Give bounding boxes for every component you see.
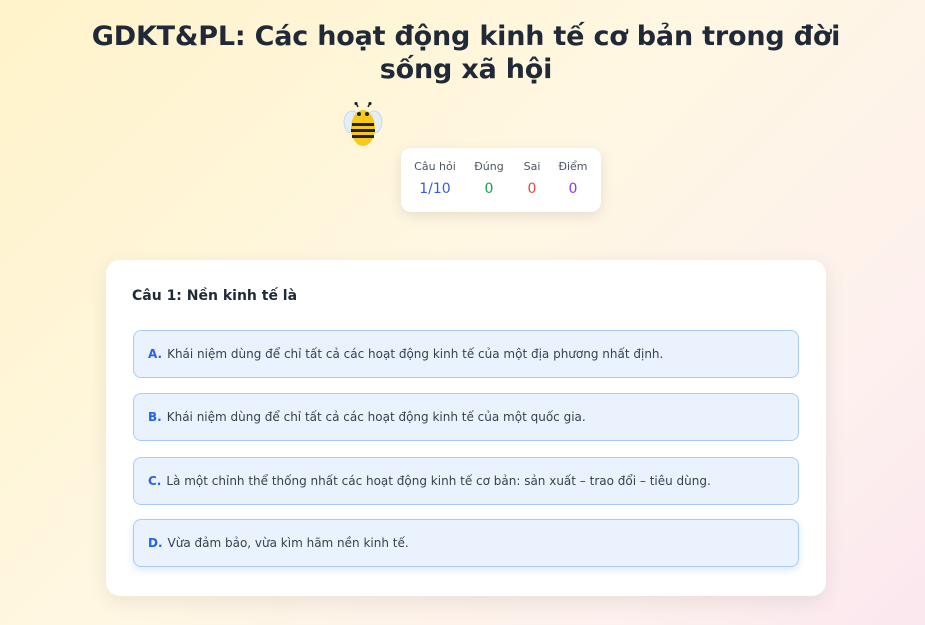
page-title: GDKT&PL: Các hoạt động kinh tế cơ bản tr… [91,21,841,85]
option-text: Là một chỉnh thể thống nhất các hoạt độn… [166,474,711,488]
stat-score-label: Điểm [558,160,588,173]
option-a[interactable]: A. Khái niệm dùng để chỉ tất cả các hoạt… [133,330,799,378]
stat-wrong-value: 0 [527,181,537,197]
stat-wrong-label: Sai [523,160,541,173]
option-c[interactable]: C. Là một chỉnh thể thống nhất các hoạt … [133,457,799,505]
option-letter: C. [148,474,162,488]
option-text: Vừa đảm bảo, vừa kìm hãm nền kinh tế. [167,536,409,550]
question-card: Câu 1: Nền kinh tế là A. Khái niệm dùng … [106,260,826,596]
stat-wrong: Sai 0 [520,160,544,199]
option-d[interactable]: D. Vừa đảm bảo, vừa kìm hãm nền kinh tế. [133,519,799,567]
stat-correct-value: 0 [484,181,494,197]
stats-panel: Câu hỏi 1/10 Đúng 0 Sai 0 Điểm 0 [401,148,601,212]
option-letter: A. [148,347,163,361]
bee-icon [342,101,384,150]
question-text: Câu 1: Nền kinh tế là [132,288,298,304]
stat-correct-label: Đúng [474,160,504,173]
stat-correct: Đúng 0 [473,160,505,199]
stat-question: Câu hỏi 1/10 [413,160,457,199]
option-letter: D. [148,536,163,550]
stat-score: Điểm 0 [556,160,590,199]
stat-score-value: 0 [568,181,578,197]
option-text: Khái niệm dùng để chỉ tất cả các hoạt độ… [166,410,586,424]
option-b[interactable]: B. Khái niệm dùng để chỉ tất cả các hoạt… [133,393,799,441]
option-text: Khái niệm dùng để chỉ tất cả các hoạt độ… [167,347,664,361]
stat-question-label: Câu hỏi [414,160,456,173]
option-letter: B. [148,410,162,424]
stat-question-value: 1/10 [419,181,451,197]
